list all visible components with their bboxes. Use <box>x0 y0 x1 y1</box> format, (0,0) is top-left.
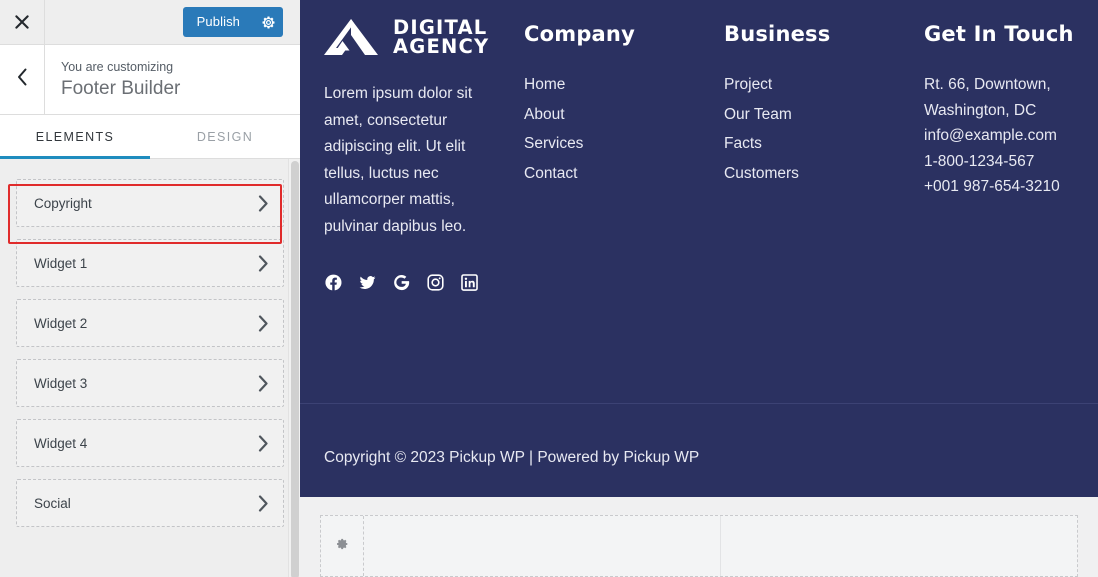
sidebar-tabs: ELEMENTS DESIGN <box>0 115 300 160</box>
list-item: About <box>524 102 724 128</box>
footer-widgets-area: DIGITAL AGENCY Lorem ipsum dolor sit ame… <box>300 0 1098 418</box>
contact-email: info@example.com <box>924 127 1057 144</box>
customizer-app: Publish You are customizing Footer Build… <box>0 0 1098 577</box>
google-icon[interactable] <box>392 273 411 292</box>
instagram-icon[interactable] <box>426 273 445 292</box>
list-item: Home <box>524 72 724 98</box>
sidebar-item-widget-1[interactable]: Widget 1 <box>16 239 284 287</box>
chevron-right-icon <box>258 374 269 392</box>
sidebar-item-widget-2[interactable]: Widget 2 <box>16 299 284 347</box>
linkedin-icon[interactable] <box>460 273 479 292</box>
sidebar-item-label: Widget 3 <box>34 375 88 391</box>
sidebar-scrollbar[interactable] <box>288 159 300 577</box>
sidebar-panel-header: You are customizing Footer Builder <box>0 45 300 115</box>
publish-button[interactable]: Publish <box>182 7 283 37</box>
chevron-left-icon <box>16 68 28 91</box>
footer-heading-company: Company <box>524 22 635 46</box>
chevron-right-icon <box>258 314 269 332</box>
sidebar-topbar: Publish <box>0 0 300 45</box>
footer-about-text: Lorem ipsum dolor sit amet, consectetur … <box>324 85 473 235</box>
footer-link-contact[interactable]: Contact <box>524 161 577 187</box>
sidebar-item-label: Copyright <box>34 195 92 211</box>
tab-design-label: DESIGN <box>196 130 254 144</box>
footer-link-project[interactable]: Project <box>724 72 772 98</box>
close-customizer-button[interactable] <box>0 0 45 44</box>
close-icon <box>15 15 29 29</box>
tab-design[interactable]: DESIGN <box>150 115 300 159</box>
footer-column-contact: Get In Touch Rt. 66, Downtown, Washingto… <box>924 14 1074 292</box>
footer-link-services[interactable]: Services <box>524 131 583 157</box>
footer-link-home[interactable]: Home <box>524 72 565 98</box>
list-item: Contact <box>524 161 724 187</box>
copyright-text: Copyright © 2023 Pickup WP | Powered by … <box>324 448 700 466</box>
footer-column-business: Business Project Our Team Facts Customer… <box>724 14 924 292</box>
contact-address-line-2: Washington, DC <box>924 101 1037 119</box>
contact-phone-1: 1-800-1234-567 <box>924 152 1035 170</box>
footer-column-brand: DIGITAL AGENCY Lorem ipsum dolor sit ame… <box>324 14 524 292</box>
footer-builder-strip <box>300 497 1098 577</box>
twitter-icon[interactable] <box>358 273 377 292</box>
footer-heading-contact: Get In Touch <box>924 22 1074 46</box>
builder-cell-left[interactable] <box>364 516 721 576</box>
footer-social-links <box>324 273 514 292</box>
facebook-icon[interactable] <box>324 273 343 292</box>
list-item: Facts <box>724 131 924 157</box>
sidebar-item-copyright[interactable]: Copyright <box>16 179 284 227</box>
elements-list: Copyright Widget 1 Widget 2 Widget 3 Wid… <box>0 159 300 577</box>
panel-title-block: You are customizing Footer Builder <box>45 45 300 114</box>
publish-settings-gear-icon[interactable] <box>252 7 283 37</box>
footer-links-company: Home About Services Contact <box>524 72 724 186</box>
sidebar-scrollbar-thumb[interactable] <box>291 161 299 577</box>
logo-wordmark: DIGITAL AGENCY <box>393 18 490 58</box>
chevron-right-icon <box>258 494 269 512</box>
footer-heading-business: Business <box>724 22 831 46</box>
builder-row-settings-button[interactable] <box>321 516 364 576</box>
panel-title: Footer Builder <box>61 77 181 99</box>
sidebar-item-label: Widget 1 <box>34 255 88 271</box>
customizer-sidebar: Publish You are customizing Footer Build… <box>0 0 300 577</box>
footer-contact-list: Rt. 66, Downtown, Washington, DC info@ex… <box>924 72 1074 200</box>
footer-column-company: Company Home About Services Contact <box>524 14 724 292</box>
list-item: Our Team <box>724 102 924 128</box>
sidebar-item-label: Widget 4 <box>34 435 88 451</box>
footer-link-about[interactable]: About <box>524 102 565 128</box>
sidebar-item-widget-3[interactable]: Widget 3 <box>16 359 284 407</box>
site-preview: DIGITAL AGENCY Lorem ipsum dolor sit ame… <box>300 0 1098 577</box>
footer-link-facts[interactable]: Facts <box>724 131 762 157</box>
mountain-logo-icon <box>324 19 380 55</box>
publish-area: Publish <box>182 7 300 37</box>
back-button[interactable] <box>0 45 45 114</box>
footer-copyright-bar: Copyright © 2023 Pickup WP | Powered by … <box>300 418 1098 497</box>
gear-icon <box>335 537 349 556</box>
chevron-right-icon <box>258 434 269 452</box>
sidebar-item-social[interactable]: Social <box>16 479 284 527</box>
site-logo[interactable]: DIGITAL AGENCY <box>324 18 514 56</box>
sidebar-item-label: Widget 2 <box>34 315 88 331</box>
panel-kicker: You are customizing <box>61 59 174 74</box>
builder-row[interactable] <box>320 515 1078 577</box>
contact-phone-2: +001 987-654-3210 <box>924 178 1060 195</box>
list-item: Customers <box>724 161 924 187</box>
chevron-right-icon <box>258 194 269 212</box>
footer-link-our-team[interactable]: Our Team <box>724 102 792 128</box>
list-item: Services <box>524 131 724 157</box>
footer-divider <box>300 403 1098 404</box>
sidebar-item-label: Social <box>34 495 71 511</box>
tab-elements[interactable]: ELEMENTS <box>0 115 150 160</box>
footer-columns: DIGITAL AGENCY Lorem ipsum dolor sit ame… <box>324 14 1074 292</box>
builder-cell-right[interactable] <box>721 516 1077 576</box>
contact-address-line-1: Rt. 66, Downtown, <box>924 76 1051 93</box>
footer-links-business: Project Our Team Facts Customers <box>724 72 924 186</box>
tab-elements-label: ELEMENTS <box>35 130 115 144</box>
sidebar-item-widget-4[interactable]: Widget 4 <box>16 419 284 467</box>
list-item: Project <box>724 72 924 98</box>
logo-line-2: AGENCY <box>393 35 490 58</box>
footer-link-customers[interactable]: Customers <box>724 161 799 187</box>
chevron-right-icon <box>258 254 269 272</box>
publish-button-label: Publish <box>196 14 240 29</box>
